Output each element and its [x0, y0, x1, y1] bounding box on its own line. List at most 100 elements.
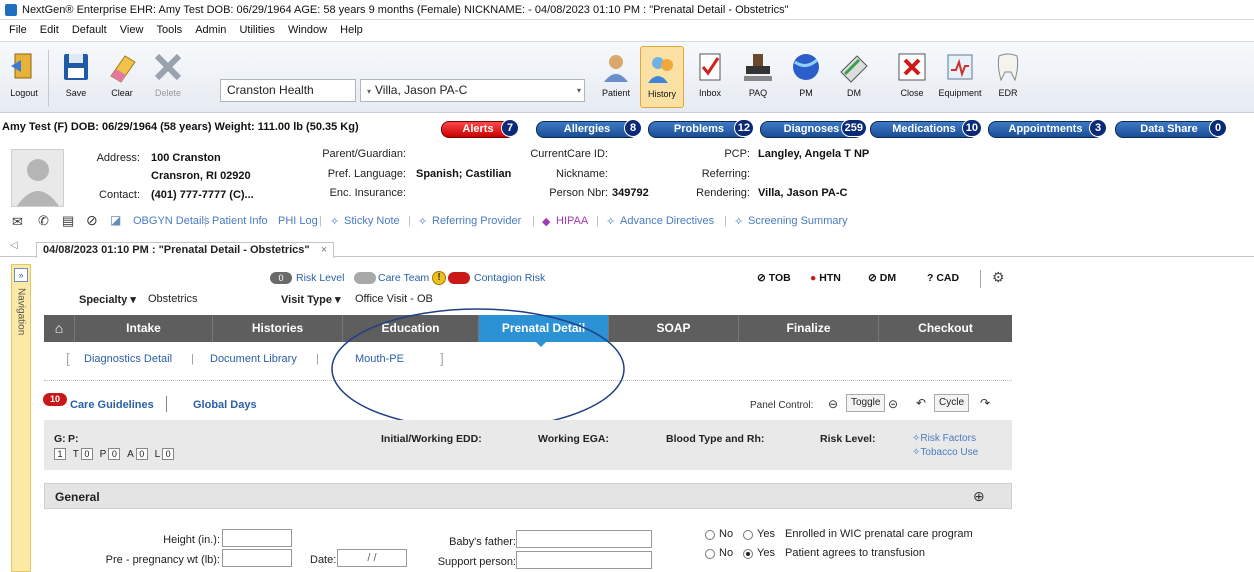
provider-combo[interactable]: ▾ Villa, Jason PA-C ▾ [360, 79, 585, 102]
home-icon: ⌂ [54, 320, 64, 336]
cad-flag[interactable]: ? CAD [927, 272, 959, 284]
problems-button[interactable]: Problems 12 [648, 119, 754, 138]
collapse-circle-icon[interactable]: ⊖ [828, 397, 838, 411]
height-input[interactable] [222, 529, 292, 547]
medications-button[interactable]: Medications 10 [870, 119, 982, 138]
cycle-forward-icon[interactable]: ↷ [980, 396, 990, 410]
appointments-button[interactable]: Appointments 3 [988, 119, 1107, 138]
envelope-icon[interactable]: ✉ [12, 214, 23, 230]
care-guidelines-link[interactable]: Care Guidelines [70, 399, 154, 411]
alerts-button[interactable]: Alerts 7 [441, 119, 519, 138]
close-button[interactable]: Close [890, 46, 934, 108]
link-sticky-note[interactable]: Sticky Note [344, 215, 400, 227]
save-button[interactable]: Save [54, 46, 98, 108]
baby-father-label: Baby's father: [449, 536, 516, 548]
menu-file[interactable]: File [9, 24, 27, 36]
avatar [11, 149, 64, 207]
living-value[interactable]: 0 [162, 448, 175, 460]
pm-globe-icon [789, 50, 823, 84]
logout-label: Logout [10, 88, 38, 98]
risk-level-link[interactable]: Risk Level [296, 272, 344, 284]
logout-button[interactable]: Logout [2, 46, 46, 108]
link-obgyn-details[interactable]: OBGYN Details [133, 215, 209, 227]
location-combo[interactable]: Cranston Health [220, 79, 356, 102]
link-phi-log[interactable]: PHI Log [278, 215, 318, 227]
edr-button[interactable]: EDR [986, 46, 1030, 108]
link-referring-provider[interactable]: Referring Provider [432, 215, 521, 227]
home-tab[interactable]: ⌂ [44, 315, 74, 342]
phone-icon[interactable]: ✆ [38, 213, 49, 229]
diagnoses-button[interactable]: Diagnoses 259 [760, 119, 867, 138]
link-advance-directives[interactable]: Advance Directives [620, 215, 714, 227]
equipment-button[interactable]: Equipment [938, 46, 982, 108]
cycle-button[interactable]: Cycle [934, 394, 970, 412]
expand-navigation-icon[interactable]: » [14, 268, 28, 282]
menu-help[interactable]: Help [340, 24, 363, 36]
chevron-down-icon[interactable]: ▾ [577, 80, 581, 101]
inbox-button[interactable]: Inbox [688, 46, 732, 108]
pm-button[interactable]: PM [784, 46, 828, 108]
collapse-section-icon[interactable]: ⊕ [973, 488, 985, 505]
link-patient-info[interactable]: Patient Info [212, 215, 268, 227]
collapse-all-icon[interactable]: ⊝ [888, 397, 898, 411]
menu-window[interactable]: Window [288, 24, 327, 36]
specialty-label[interactable]: Specialty ▾ [79, 293, 136, 306]
paq-button[interactable]: PAQ [736, 46, 780, 108]
risk-factors-link[interactable]: ✧Risk Factors [912, 433, 976, 444]
document-icon[interactable]: ▤ [62, 213, 74, 229]
date-input[interactable] [337, 549, 407, 567]
abortion-value[interactable]: 0 [135, 448, 148, 460]
allergies-button[interactable]: Allergies 8 [536, 119, 642, 138]
term-value[interactable]: 0 [80, 448, 93, 460]
document-tab[interactable]: 04/08/2023 01:10 PM : "Prenatal Detail -… [36, 242, 335, 258]
patient-button[interactable]: Patient [594, 46, 638, 108]
contagion-risk-link[interactable]: Contagion Risk [474, 272, 545, 284]
prewt-input[interactable] [222, 549, 292, 567]
menu-edit[interactable]: Edit [40, 24, 59, 36]
clear-button[interactable]: Clear [100, 46, 144, 108]
tab-finalize[interactable]: Finalize [738, 315, 878, 342]
support-person-input[interactable] [516, 551, 652, 569]
toggle-button[interactable]: Toggle [846, 394, 886, 412]
tobacco-use-link[interactable]: ✧Tobacco Use [912, 447, 978, 458]
delete-button[interactable]: Delete [146, 46, 190, 108]
preterm-value[interactable]: 0 [108, 448, 121, 460]
close-tab-icon[interactable]: × [321, 244, 327, 256]
gravida-value[interactable]: 1 [54, 448, 66, 460]
scroll-left-icon[interactable]: ◁ [10, 240, 18, 251]
wic-no-radio[interactable] [705, 530, 715, 540]
tob-flag[interactable]: ⊘ TOB [757, 272, 791, 284]
menu-view[interactable]: View [120, 24, 144, 36]
menu-default[interactable]: Default [72, 24, 107, 36]
tab-checkout[interactable]: Checkout [878, 315, 1012, 342]
menu-utilities[interactable]: Utilities [239, 24, 274, 36]
data-share-label: Data Share [1140, 123, 1198, 135]
dm-button[interactable]: DM [832, 46, 876, 108]
gear-icon[interactable]: ⚙ [992, 269, 1005, 286]
history-button[interactable]: History [640, 46, 684, 108]
menu-admin[interactable]: Admin [195, 24, 226, 36]
subtab-document-library[interactable]: Document Library [210, 353, 297, 365]
cycle-back-icon[interactable]: ↶ [916, 396, 926, 410]
navigation-panel[interactable]: » Navigation [11, 264, 31, 572]
general-section-header[interactable]: General ⊕ [44, 483, 1012, 509]
chart-icon[interactable]: ◪ [110, 213, 121, 227]
dm-flag[interactable]: ⊘ DM [868, 272, 896, 284]
transfusion-yes-radio[interactable] [743, 549, 753, 559]
wic-yes-radio[interactable] [743, 530, 753, 540]
subtab-diagnostics-detail[interactable]: Diagnostics Detail [84, 353, 172, 365]
baby-father-input[interactable] [516, 530, 652, 548]
care-team-link[interactable]: Care Team [378, 272, 429, 284]
compass-icon[interactable]: ⊘ [86, 212, 98, 229]
tab-intake[interactable]: Intake [74, 315, 212, 342]
tab-histories[interactable]: Histories [212, 315, 342, 342]
link-hipaa[interactable]: HIPAA [556, 215, 588, 227]
menu-tools[interactable]: Tools [156, 24, 182, 36]
allergies-count: 8 [624, 119, 642, 137]
htn-flag[interactable]: ● HTN [810, 272, 841, 284]
transfusion-no-radio[interactable] [705, 549, 715, 559]
link-screening-summary[interactable]: Screening Summary [748, 215, 848, 227]
rendering-label: Rendering: [696, 187, 750, 199]
global-days-link[interactable]: Global Days [193, 399, 257, 411]
data-share-button[interactable]: Data Share 0 [1115, 119, 1227, 138]
